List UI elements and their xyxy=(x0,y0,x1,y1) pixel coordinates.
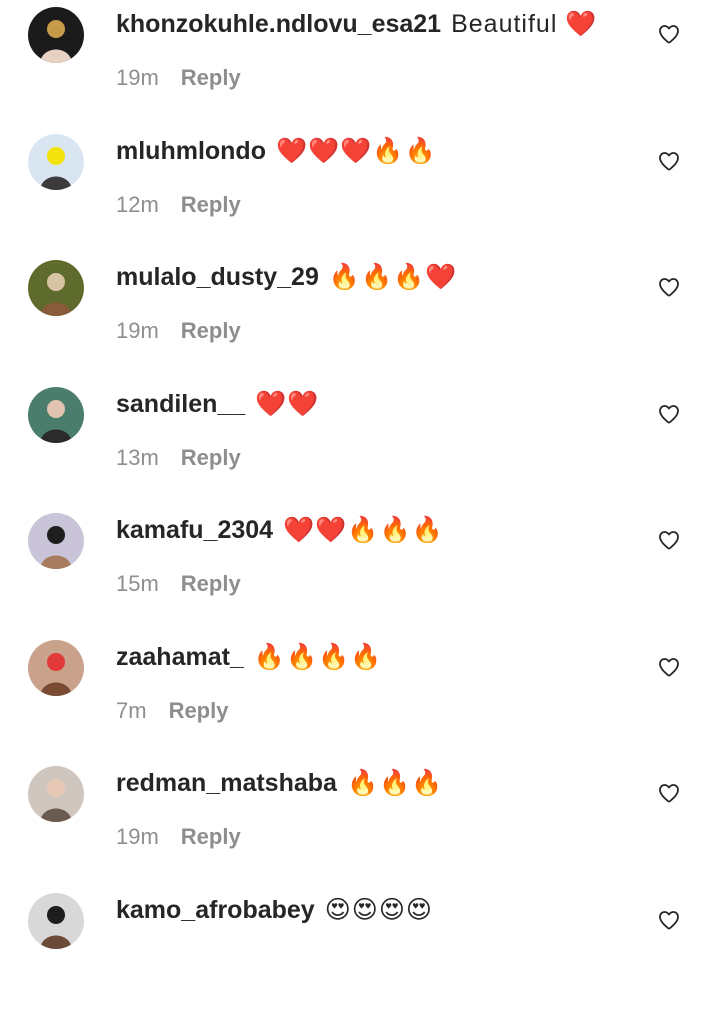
username-link[interactable]: redman_matshaba xyxy=(116,769,337,798)
username-link[interactable]: mulalo_dusty_29 xyxy=(116,263,319,292)
comment-text: 🔥🔥🔥❤️ xyxy=(328,262,458,291)
comment-meta: 19m Reply xyxy=(116,60,241,96)
reply-button[interactable]: Reply xyxy=(181,571,241,597)
comment-meta: 19m Reply xyxy=(116,819,241,855)
heart-outline-icon xyxy=(659,25,679,44)
timestamp: 19m xyxy=(116,65,159,90)
like-button[interactable] xyxy=(655,653,683,681)
comment-item: kamafu_2304 ❤️❤️🔥🔥🔥 15m Reply xyxy=(0,506,720,632)
username-link[interactable]: zaahamat_ xyxy=(116,643,244,672)
timestamp: 19m xyxy=(116,318,159,343)
avatar-image xyxy=(28,766,84,822)
username-link[interactable]: mluhmlondo xyxy=(116,137,266,166)
comment-body: mluhmlondo ❤️❤️❤️🔥🔥 xyxy=(116,133,437,169)
comment-body: sandilen__ ❤️❤️ xyxy=(116,386,320,422)
comment-text: ❤️❤️ xyxy=(255,389,320,418)
avatar-image xyxy=(28,893,84,949)
heart-outline-icon xyxy=(659,658,679,677)
comment-text: 😍😍😍😍 xyxy=(324,896,433,924)
comment-text: Beautiful ❤️ xyxy=(451,9,598,38)
timestamp: 19m xyxy=(116,824,159,849)
comment-meta: 12m Reply xyxy=(116,187,241,223)
comment-body: mulalo_dusty_29 🔥🔥🔥❤️ xyxy=(116,259,457,295)
comment-meta: 7m Reply xyxy=(116,693,228,729)
comment-item: redman_matshaba 🔥🔥🔥 19m Reply xyxy=(0,759,720,885)
like-button[interactable] xyxy=(655,779,683,807)
comment-item: mulalo_dusty_29 🔥🔥🔥❤️ 19m Reply xyxy=(0,253,720,379)
avatar-image xyxy=(28,260,84,316)
username-link[interactable]: kamo_afrobabey xyxy=(116,896,315,925)
comment-text: ❤️❤️❤️🔥🔥 xyxy=(275,136,437,165)
like-button[interactable] xyxy=(655,273,683,301)
heart-outline-icon xyxy=(659,278,679,297)
avatar[interactable] xyxy=(28,387,84,443)
comment-body: kamafu_2304 ❤️❤️🔥🔥🔥 xyxy=(116,512,444,548)
comment-body: kamo_afrobabey 😍😍😍😍 xyxy=(116,892,433,928)
reply-button[interactable]: Reply xyxy=(181,318,241,344)
username-link[interactable]: kamafu_2304 xyxy=(116,516,273,545)
reply-button[interactable]: Reply xyxy=(181,445,241,471)
comment-text: 🔥🔥🔥 xyxy=(346,768,444,797)
comment-body: khonzokuhle.ndlovu_esa21 Beautiful ❤️ xyxy=(116,6,597,42)
comment-item: mluhmlondo ❤️❤️❤️🔥🔥 12m Reply xyxy=(0,127,720,253)
avatar-image xyxy=(28,640,84,696)
avatar[interactable] xyxy=(28,7,84,63)
timestamp: 13m xyxy=(116,445,159,470)
reply-button[interactable]: Reply xyxy=(181,192,241,218)
heart-outline-icon xyxy=(659,405,679,424)
avatar-image xyxy=(28,513,84,569)
comment-meta: 13m Reply xyxy=(116,440,241,476)
like-button[interactable] xyxy=(655,147,683,175)
timestamp: 12m xyxy=(116,192,159,217)
reply-button[interactable]: Reply xyxy=(169,698,229,724)
like-button[interactable] xyxy=(655,400,683,428)
timestamp: 15m xyxy=(116,571,159,596)
comment-text: ❤️❤️🔥🔥🔥 xyxy=(283,515,444,544)
comment-item: zaahamat_ 🔥🔥🔥🔥 7m Reply xyxy=(0,633,720,759)
avatar[interactable] xyxy=(28,134,84,190)
username-link[interactable]: sandilen__ xyxy=(116,390,245,419)
reply-button[interactable]: Reply xyxy=(181,65,241,91)
avatar-image xyxy=(28,7,84,63)
comment-body: redman_matshaba 🔥🔥🔥 xyxy=(116,765,443,801)
avatar[interactable] xyxy=(28,893,84,949)
heart-outline-icon xyxy=(659,152,679,171)
reply-button[interactable]: Reply xyxy=(181,824,241,850)
comment-item: khonzokuhle.ndlovu_esa21 Beautiful ❤️ 19m R… xyxy=(0,0,720,126)
like-button[interactable] xyxy=(655,20,683,48)
like-button[interactable] xyxy=(655,906,683,934)
comment-list: khonzokuhle.ndlovu_esa21 Beautiful ❤️ 19m R… xyxy=(0,0,720,949)
avatar-image xyxy=(28,387,84,443)
avatar-image xyxy=(28,134,84,190)
avatar[interactable] xyxy=(28,766,84,822)
comment-text: 🔥🔥🔥🔥 xyxy=(253,642,383,671)
avatar[interactable] xyxy=(28,260,84,316)
heart-outline-icon xyxy=(659,531,679,550)
comment-body: zaahamat_ 🔥🔥🔥🔥 xyxy=(116,639,382,675)
like-button[interactable] xyxy=(655,526,683,554)
username-link[interactable]: khonzokuhle.ndlovu_esa21 xyxy=(116,10,441,39)
heart-outline-icon xyxy=(659,911,679,930)
comment-meta: 15m Reply xyxy=(116,566,241,602)
avatar[interactable] xyxy=(28,513,84,569)
comment-item: sandilen__ ❤️❤️ 13m Reply xyxy=(0,380,720,506)
heart-outline-icon xyxy=(659,784,679,803)
avatar[interactable] xyxy=(28,640,84,696)
comment-item: kamo_afrobabey 😍😍😍😍 xyxy=(0,886,720,1012)
timestamp: 7m xyxy=(116,698,147,723)
comment-meta: 19m Reply xyxy=(116,313,241,349)
